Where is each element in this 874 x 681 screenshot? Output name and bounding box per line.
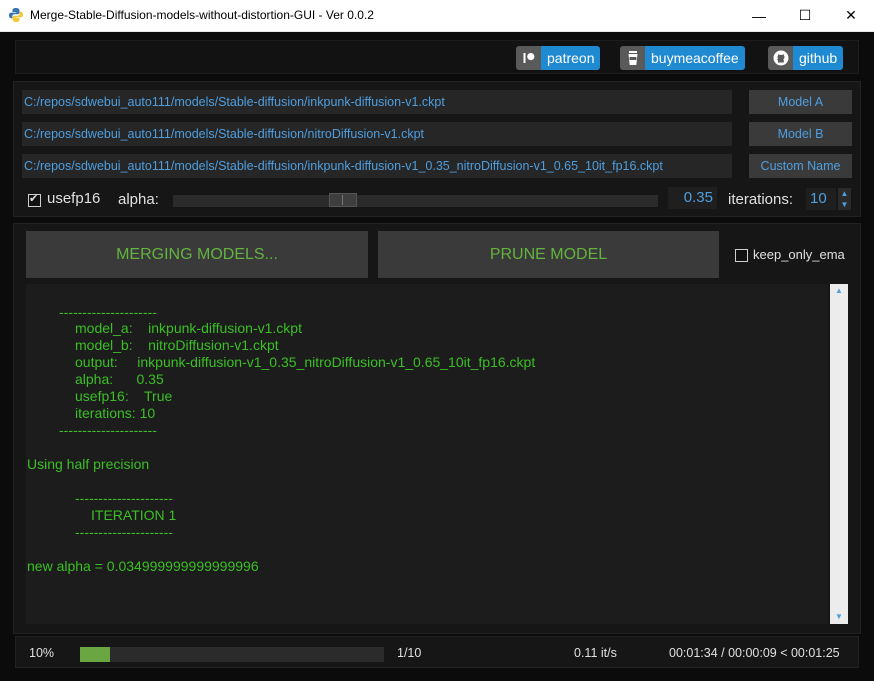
python-icon (9, 8, 23, 22)
usefp16-checkbox[interactable]: ✔ (28, 193, 41, 207)
alpha-label: alpha: (118, 191, 159, 208)
patreon-icon (516, 46, 541, 70)
github-link[interactable]: github (768, 46, 844, 70)
spin-up-icon[interactable]: ▲ (838, 188, 851, 199)
console-line: --------------------- (59, 422, 157, 438)
iterations-input[interactable]: 10 (806, 188, 836, 210)
title-bar: Merge-Stable-Diffusion-models-without-di… (0, 0, 874, 32)
model-b-path-field[interactable]: C:/repos/sdwebui_auto111/models/Stable-d… (22, 122, 732, 146)
console-line: usefp16: True (75, 388, 173, 404)
scroll-up-icon[interactable]: ▲ (830, 284, 848, 298)
patreon-label: patreon (541, 46, 601, 70)
console-line: alpha: 0.35 (75, 371, 164, 387)
keep-only-ema-label: keep_only_ema (753, 247, 845, 262)
console-line: --------------------- (75, 524, 173, 540)
prune-model-button[interactable]: PRUNE MODEL (378, 231, 719, 278)
progress-percent: 10% (29, 646, 55, 660)
keep-only-ema-checkbox[interactable] (735, 249, 748, 262)
console-line: ITERATION 1 (91, 507, 177, 523)
spin-down-icon[interactable]: ▼ (838, 199, 851, 210)
github-icon (768, 46, 793, 70)
app-body: patreon buymeacoffee github C:/repos/sdw… (0, 32, 874, 681)
link-bar: patreon buymeacoffee github (15, 40, 859, 74)
iterations-label: iterations: (728, 191, 794, 208)
iterations-spinner[interactable]: ▲ ▼ (838, 188, 851, 210)
merge-models-button[interactable]: MERGING MODELS... (26, 231, 368, 278)
console-output: --------------------- model_a: inkpunk-d… (26, 284, 828, 624)
output-path-field[interactable]: C:/repos/sdwebui_auto111/models/Stable-d… (22, 154, 732, 178)
buymeacoffee-label: buymeacoffee (645, 46, 745, 70)
github-label: github (793, 46, 844, 70)
console-line: --------------------- (59, 304, 157, 320)
minimize-button[interactable]: — (736, 0, 782, 31)
model-b-button[interactable]: Model B (749, 122, 852, 146)
checkmark-icon: ✔ (29, 193, 39, 205)
main-panel: MERGING MODELS... PRUNE MODEL keep_only_… (13, 223, 861, 634)
progress-fill (80, 647, 111, 662)
maximize-button[interactable]: ☐ (782, 0, 828, 31)
window-title: Merge-Stable-Diffusion-models-without-di… (30, 8, 374, 22)
status-bar: 10% 1/10 0.11 it/s 00:01:34 / 00:00:09 <… (15, 636, 859, 668)
console-line: --------------------- (75, 490, 173, 506)
alpha-value[interactable]: 0.35 (668, 187, 717, 209)
close-button[interactable]: ✕ (828, 0, 874, 31)
usefp16-label: usefp16 (47, 190, 101, 207)
model-paths-panel: C:/repos/sdwebui_auto111/models/Stable-d… (13, 81, 861, 217)
console-line: model_a: inkpunk-diffusion-v1.ckpt (75, 320, 302, 336)
alpha-slider-handle[interactable] (329, 193, 357, 207)
console-scrollbar[interactable]: ▲ ▼ (830, 284, 848, 624)
coffee-cup-icon (620, 46, 645, 70)
progress-time: 00:01:34 / 00:00:09 < 00:01:25 (669, 646, 840, 660)
patreon-link[interactable]: patreon (516, 46, 601, 70)
console-line: output: inkpunk-diffusion-v1_0.35_nitroD… (75, 354, 536, 370)
scroll-down-icon[interactable]: ▼ (830, 610, 848, 624)
options-row: ✔ usefp16 alpha: 0.35 iterations: 10 ▲ ▼ (14, 185, 860, 213)
progress-count: 1/10 (397, 646, 422, 660)
model-a-button[interactable]: Model A (749, 90, 852, 114)
console-line: iterations: 10 (75, 405, 156, 421)
custom-name-button[interactable]: Custom Name (749, 154, 852, 178)
progress-rate: 0.11 it/s (574, 646, 617, 660)
console-line: Using half precision (27, 456, 150, 472)
alpha-slider[interactable] (173, 193, 658, 207)
model-a-path-field[interactable]: C:/repos/sdwebui_auto111/models/Stable-d… (22, 90, 732, 114)
progress-bar (80, 647, 384, 662)
buymeacoffee-link[interactable]: buymeacoffee (620, 46, 745, 70)
console-line: model_b: nitroDiffusion-v1.ckpt (75, 337, 279, 353)
console-line: new alpha = 0.034999999999999996 (27, 558, 259, 574)
